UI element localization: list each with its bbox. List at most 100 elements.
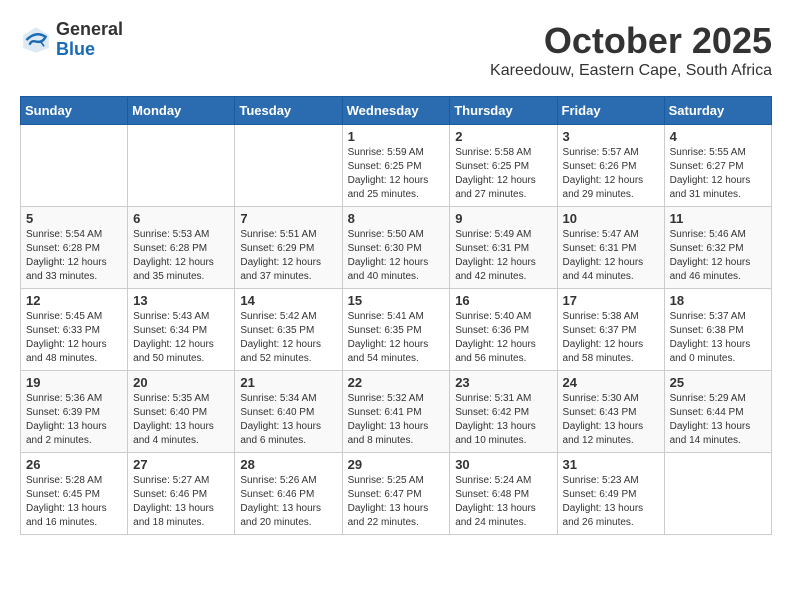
calendar-cell: 15 Sunrise: 5:41 AM Sunset: 6:35 PM Dayli…: [342, 289, 450, 371]
calendar-cell: 21 Sunrise: 5:34 AM Sunset: 6:40 PM Dayli…: [235, 371, 342, 453]
day-info: Sunrise: 5:34 AM Sunset: 6:40 PM Dayligh…: [240, 392, 336, 448]
calendar-cell: 1 Sunrise: 5:59 AM Sunset: 6:25 PM Daylig…: [342, 125, 450, 207]
calendar-header-friday: Friday: [557, 97, 664, 125]
calendar-cell: 27 Sunrise: 5:27 AM Sunset: 6:46 PM Dayli…: [128, 453, 235, 535]
day-number: 6: [133, 211, 229, 226]
day-info: Sunrise: 5:36 AM Sunset: 6:39 PM Dayligh…: [26, 392, 122, 448]
day-number: 25: [670, 375, 766, 390]
calendar-week-row: 1 Sunrise: 5:59 AM Sunset: 6:25 PM Daylig…: [21, 125, 772, 207]
calendar-cell: 17 Sunrise: 5:38 AM Sunset: 6:37 PM Dayli…: [557, 289, 664, 371]
calendar-header-saturday: Saturday: [664, 97, 771, 125]
day-info: Sunrise: 5:30 AM Sunset: 6:43 PM Dayligh…: [563, 392, 659, 448]
day-info: Sunrise: 5:49 AM Sunset: 6:31 PM Dayligh…: [455, 228, 551, 284]
calendar-header-row: SundayMondayTuesdayWednesdayThursdayFrid…: [21, 97, 772, 125]
day-number: 2: [455, 129, 551, 144]
day-number: 16: [455, 293, 551, 308]
day-number: 1: [348, 129, 445, 144]
day-number: 23: [455, 375, 551, 390]
calendar-cell: 31 Sunrise: 5:23 AM Sunset: 6:49 PM Dayli…: [557, 453, 664, 535]
calendar-header-monday: Monday: [128, 97, 235, 125]
calendar-cell: [664, 453, 771, 535]
day-info: Sunrise: 5:25 AM Sunset: 6:47 PM Dayligh…: [348, 474, 445, 530]
calendar-week-row: 26 Sunrise: 5:28 AM Sunset: 6:45 PM Dayli…: [21, 453, 772, 535]
logo-icon: [20, 24, 52, 56]
calendar-cell: 5 Sunrise: 5:54 AM Sunset: 6:28 PM Daylig…: [21, 207, 128, 289]
calendar-cell: 8Sunrise: 5:50 AM Sunset: 6:30 PM Daylig…: [342, 207, 450, 289]
day-number: 5: [26, 211, 122, 226]
calendar-cell: [21, 125, 128, 207]
calendar-week-row: 12Sunrise: 5:45 AM Sunset: 6:33 PM Dayli…: [21, 289, 772, 371]
day-info: Sunrise: 5:57 AM Sunset: 6:26 PM Dayligh…: [563, 146, 659, 202]
day-info: Sunrise: 5:27 AM Sunset: 6:46 PM Dayligh…: [133, 474, 229, 530]
calendar-cell: 6 Sunrise: 5:53 AM Sunset: 6:28 PM Daylig…: [128, 207, 235, 289]
calendar-cell: 13Sunrise: 5:43 AM Sunset: 6:34 PM Dayli…: [128, 289, 235, 371]
day-info: Sunrise: 5:29 AM Sunset: 6:44 PM Dayligh…: [670, 392, 766, 448]
day-info: Sunrise: 5:53 AM Sunset: 6:28 PM Dayligh…: [133, 228, 229, 284]
calendar-cell: 10Sunrise: 5:47 AM Sunset: 6:31 PM Dayli…: [557, 207, 664, 289]
day-number: 13: [133, 293, 229, 308]
day-info: Sunrise: 5:38 AM Sunset: 6:37 PM Dayligh…: [563, 310, 659, 366]
day-info: Sunrise: 5:31 AM Sunset: 6:42 PM Dayligh…: [455, 392, 551, 448]
day-number: 7: [240, 211, 336, 226]
day-number: 15: [348, 293, 445, 308]
calendar-cell: 18Sunrise: 5:37 AM Sunset: 6:38 PM Dayli…: [664, 289, 771, 371]
calendar-table: SundayMondayTuesdayWednesdayThursdayFrid…: [20, 96, 772, 535]
day-number: 11: [670, 211, 766, 226]
day-number: 26: [26, 457, 122, 472]
day-info: Sunrise: 5:23 AM Sunset: 6:49 PM Dayligh…: [563, 474, 659, 530]
day-number: 20: [133, 375, 229, 390]
day-info: Sunrise: 5:55 AM Sunset: 6:27 PM Dayligh…: [670, 146, 766, 202]
calendar-cell: 29 Sunrise: 5:25 AM Sunset: 6:47 PM Dayli…: [342, 453, 450, 535]
calendar-cell: 25 Sunrise: 5:29 AM Sunset: 6:44 PM Dayli…: [664, 371, 771, 453]
day-info: Sunrise: 5:41 AM Sunset: 6:35 PM Dayligh…: [348, 310, 445, 366]
calendar-cell: [128, 125, 235, 207]
day-info: Sunrise: 5:32 AM Sunset: 6:41 PM Dayligh…: [348, 392, 445, 448]
title-block: October 2025 Kareedouw, Eastern Cape, So…: [490, 20, 772, 80]
calendar-week-row: 19 Sunrise: 5:36 AM Sunset: 6:39 PM Dayli…: [21, 371, 772, 453]
calendar-cell: 7 Sunrise: 5:51 AM Sunset: 6:29 PM Daylig…: [235, 207, 342, 289]
day-info: Sunrise: 5:51 AM Sunset: 6:29 PM Dayligh…: [240, 228, 336, 284]
calendar-cell: 4 Sunrise: 5:55 AM Sunset: 6:27 PM Daylig…: [664, 125, 771, 207]
calendar-cell: 24Sunrise: 5:30 AM Sunset: 6:43 PM Dayli…: [557, 371, 664, 453]
calendar-cell: 2Sunrise: 5:58 AM Sunset: 6:25 PM Daylig…: [450, 125, 557, 207]
calendar-cell: 28Sunrise: 5:26 AM Sunset: 6:46 PM Dayli…: [235, 453, 342, 535]
day-info: Sunrise: 5:50 AM Sunset: 6:30 PM Dayligh…: [348, 228, 445, 284]
day-number: 27: [133, 457, 229, 472]
day-number: 19: [26, 375, 122, 390]
calendar-week-row: 5 Sunrise: 5:54 AM Sunset: 6:28 PM Daylig…: [21, 207, 772, 289]
day-number: 30: [455, 457, 551, 472]
calendar-header-thursday: Thursday: [450, 97, 557, 125]
day-number: 22: [348, 375, 445, 390]
day-info: Sunrise: 5:35 AM Sunset: 6:40 PM Dayligh…: [133, 392, 229, 448]
logo: General Blue: [20, 20, 123, 60]
day-info: Sunrise: 5:28 AM Sunset: 6:45 PM Dayligh…: [26, 474, 122, 530]
calendar-cell: 30 Sunrise: 5:24 AM Sunset: 6:48 PM Dayli…: [450, 453, 557, 535]
calendar-header-sunday: Sunday: [21, 97, 128, 125]
calendar-cell: 20 Sunrise: 5:35 AM Sunset: 6:40 PM Dayli…: [128, 371, 235, 453]
day-info: Sunrise: 5:59 AM Sunset: 6:25 PM Dayligh…: [348, 146, 445, 202]
calendar-cell: 12Sunrise: 5:45 AM Sunset: 6:33 PM Dayli…: [21, 289, 128, 371]
day-number: 31: [563, 457, 659, 472]
day-info: Sunrise: 5:40 AM Sunset: 6:36 PM Dayligh…: [455, 310, 551, 366]
day-info: Sunrise: 5:54 AM Sunset: 6:28 PM Dayligh…: [26, 228, 122, 284]
calendar-cell: 26 Sunrise: 5:28 AM Sunset: 6:45 PM Dayli…: [21, 453, 128, 535]
day-number: 17: [563, 293, 659, 308]
calendar-cell: 16 Sunrise: 5:40 AM Sunset: 6:36 PM Dayli…: [450, 289, 557, 371]
day-number: 4: [670, 129, 766, 144]
calendar-cell: 14Sunrise: 5:42 AM Sunset: 6:35 PM Dayli…: [235, 289, 342, 371]
day-info: Sunrise: 5:46 AM Sunset: 6:32 PM Dayligh…: [670, 228, 766, 284]
calendar-header-wednesday: Wednesday: [342, 97, 450, 125]
day-number: 29: [348, 457, 445, 472]
location-text: Kareedouw, Eastern Cape, South Africa: [490, 62, 772, 80]
logo-general-text: General: [56, 20, 123, 40]
calendar-cell: 11 Sunrise: 5:46 AM Sunset: 6:32 PM Dayli…: [664, 207, 771, 289]
day-number: 9: [455, 211, 551, 226]
day-info: Sunrise: 5:45 AM Sunset: 6:33 PM Dayligh…: [26, 310, 122, 366]
day-number: 21: [240, 375, 336, 390]
day-number: 14: [240, 293, 336, 308]
day-info: Sunrise: 5:24 AM Sunset: 6:48 PM Dayligh…: [455, 474, 551, 530]
day-number: 28: [240, 457, 336, 472]
page-header: General Blue October 2025 Kareedouw, Eas…: [20, 20, 772, 80]
logo-blue-text: Blue: [56, 40, 123, 60]
month-title: October 2025: [490, 20, 772, 62]
